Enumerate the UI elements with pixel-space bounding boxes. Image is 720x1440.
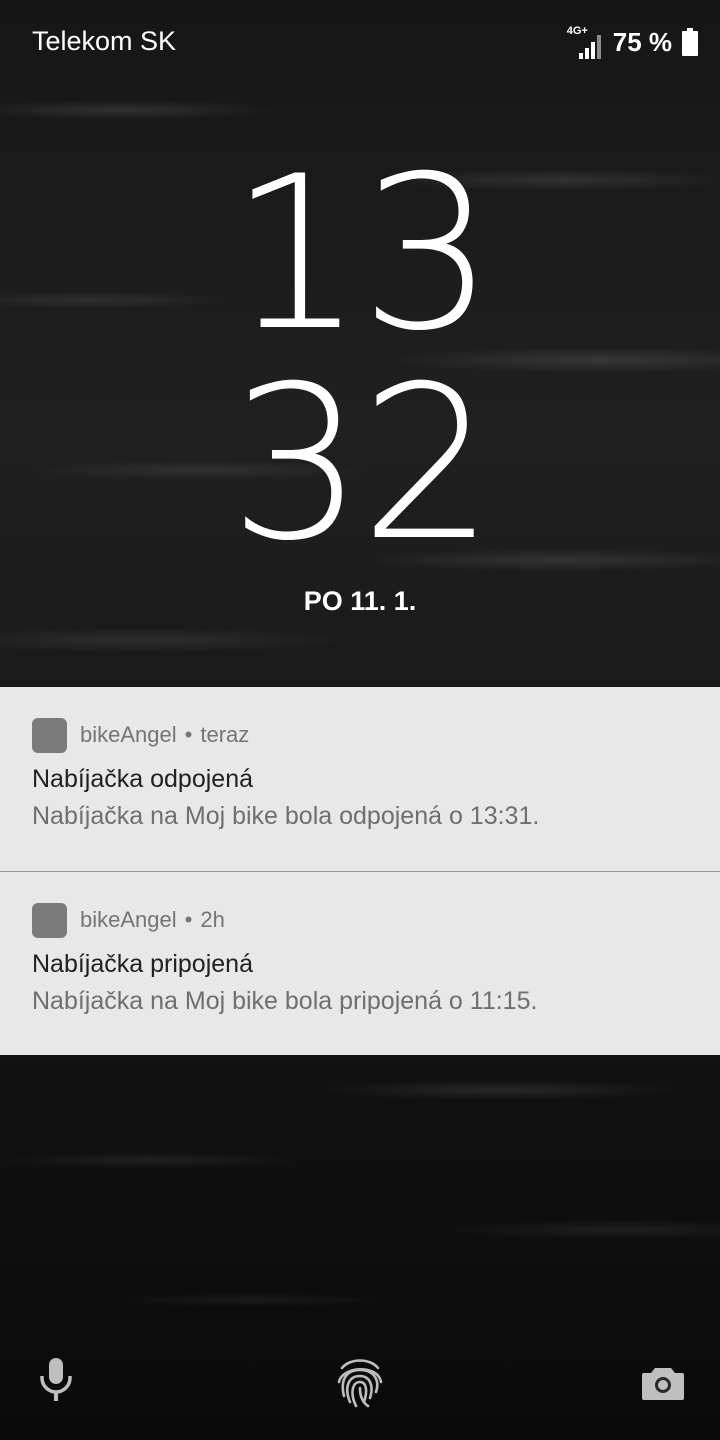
camera-icon[interactable] bbox=[642, 1366, 684, 1405]
app-icon bbox=[32, 902, 67, 938]
status-bar: Telekom SK 4G+ 75 % bbox=[0, 0, 720, 84]
notification-time: teraz bbox=[200, 722, 250, 747]
battery-icon bbox=[682, 28, 698, 56]
notification-header: bikeAngel • teraz bbox=[32, 717, 688, 753]
notification-list: bikeAngel • teraz Nabíjačka odpojená Nab… bbox=[0, 687, 720, 1055]
status-indicators: 4G+ 75 % bbox=[567, 22, 698, 62]
lockscreen-date: PO 11. 1. bbox=[303, 586, 417, 616]
notification-app-name: bikeAngel bbox=[80, 722, 177, 747]
signal-icon: 4G+ bbox=[567, 25, 603, 59]
app-icon bbox=[32, 717, 67, 753]
fingerprint-icon[interactable] bbox=[334, 1354, 386, 1415]
notification-time: 2h bbox=[200, 907, 225, 932]
lockscreen-shortcuts bbox=[0, 1350, 720, 1420]
notification-card[interactable]: bikeAngel • 2h Nabíjačka pripojená Nabíj… bbox=[0, 871, 720, 1055]
carrier-name: Telekom SK bbox=[32, 26, 177, 56]
clock-hours: 13 bbox=[229, 130, 495, 377]
notification-text: Nabíjačka na Moj bike bola pripojená o 1… bbox=[32, 987, 538, 1015]
notification-card[interactable]: bikeAngel • teraz Nabíjačka odpojená Nab… bbox=[0, 687, 720, 871]
microphone-icon[interactable] bbox=[38, 1358, 74, 1407]
notification-separator: • bbox=[184, 722, 193, 747]
notification-text: Nabíjačka na Moj bike bola odpojená o 13… bbox=[32, 802, 540, 830]
notification-separator: • bbox=[184, 907, 193, 932]
notification-header: bikeAngel • 2h bbox=[32, 902, 688, 938]
clock-minutes: 32 bbox=[229, 340, 495, 587]
notification-title: Nabíjačka odpojená bbox=[32, 765, 253, 793]
notification-app-name: bikeAngel bbox=[80, 907, 177, 932]
notification-title: Nabíjačka pripojená bbox=[32, 950, 253, 978]
battery-percent: 75 % bbox=[612, 26, 672, 57]
